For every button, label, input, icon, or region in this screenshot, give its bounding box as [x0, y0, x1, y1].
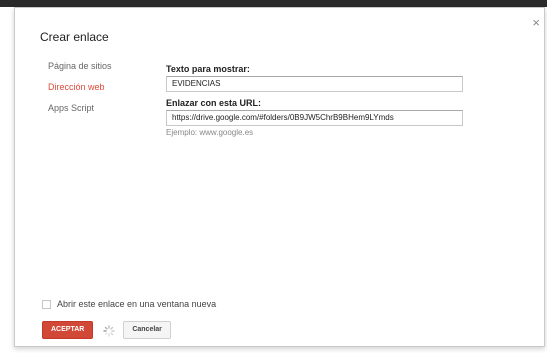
sidebar-item-web-address[interactable]: Dirección web — [48, 81, 158, 102]
url-label: Enlazar con esta URL: — [166, 98, 262, 108]
display-text-label: Texto para mostrar: — [166, 64, 250, 74]
sidebar-item-site-page[interactable]: Página de sitios — [48, 60, 158, 81]
loading-spinner-icon — [103, 324, 116, 337]
display-text-input[interactable]: EVIDENCIAS — [166, 76, 463, 92]
cancel-button[interactable]: Cancelar — [123, 321, 171, 339]
close-icon[interactable]: × — [532, 16, 540, 29]
url-input[interactable]: https://drive.google.com/#folders/0B9JW5… — [166, 110, 463, 126]
create-link-dialog: × Crear enlace Página de sitios Direcció… — [14, 7, 545, 347]
new-window-checkbox[interactable] — [42, 299, 51, 309]
top-bar — [0, 0, 547, 7]
dialog-title: Crear enlace — [40, 30, 109, 44]
link-form: Texto para mostrar: EVIDENCIAS Enlazar c… — [166, 64, 466, 137]
new-window-option: Abrir este enlace en una ventana nueva — [42, 299, 216, 309]
screen: × Crear enlace Página de sitios Direcció… — [0, 0, 547, 353]
accept-button[interactable]: ACEPTAR — [42, 321, 94, 339]
sidebar-item-apps-script[interactable]: Apps Script — [48, 102, 158, 123]
dialog-buttons: ACEPTAR Cancelar — [42, 321, 171, 339]
new-window-label[interactable]: Abrir este enlace en una ventana nueva — [57, 299, 216, 309]
link-type-sidebar: Página de sitios Dirección web Apps Scri… — [48, 60, 158, 123]
url-example-hint: Ejemplo: www.google.es — [166, 128, 254, 137]
